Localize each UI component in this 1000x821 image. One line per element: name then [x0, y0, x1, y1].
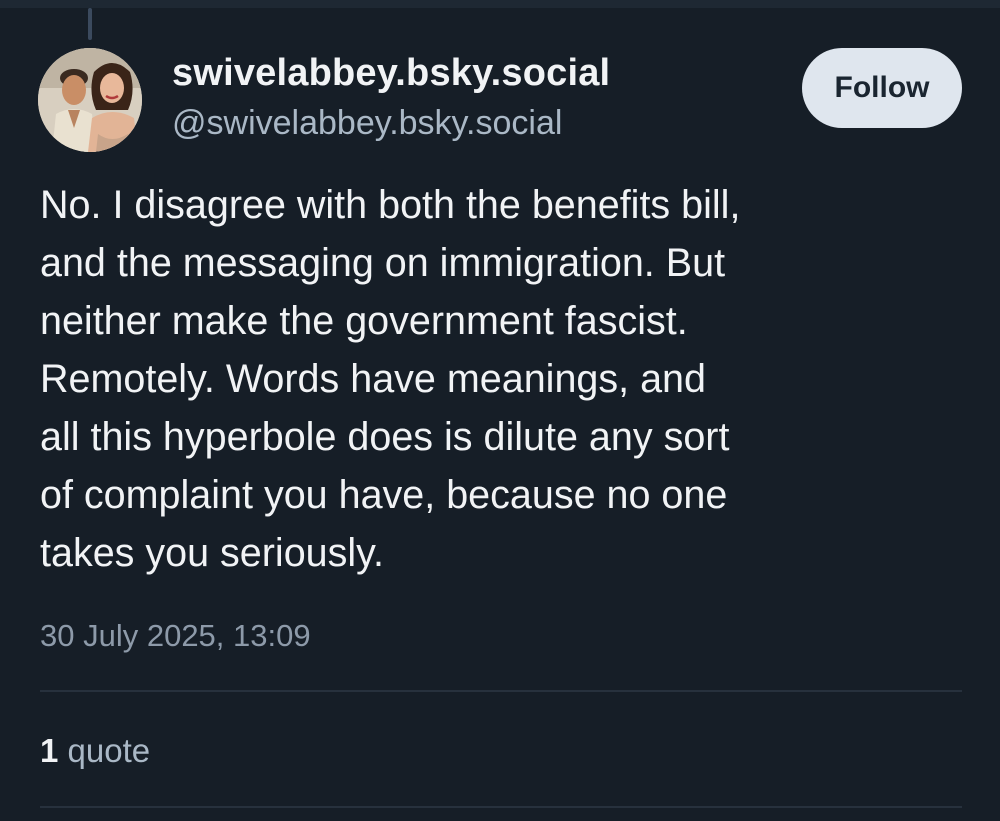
divider	[40, 690, 962, 692]
author-display-name[interactable]: swivelabbey.bsky.social	[172, 52, 610, 95]
avatar[interactable]	[38, 48, 142, 152]
thread-connector-line	[88, 8, 92, 40]
divider	[40, 806, 962, 808]
post-text: No. I disagree with both the benefits bi…	[40, 183, 741, 575]
quote-count: 1	[40, 732, 59, 769]
quote-count-link[interactable]: 1 quote	[40, 732, 150, 770]
user-avatar-photo	[38, 48, 142, 152]
quote-label: quote	[67, 732, 151, 769]
post-timestamp: 30 July 2025, 13:09	[40, 618, 311, 653]
author-handle[interactable]: @swivelabbey.bsky.social	[172, 104, 562, 143]
follow-button[interactable]: Follow	[802, 48, 962, 128]
top-divider	[0, 0, 1000, 8]
